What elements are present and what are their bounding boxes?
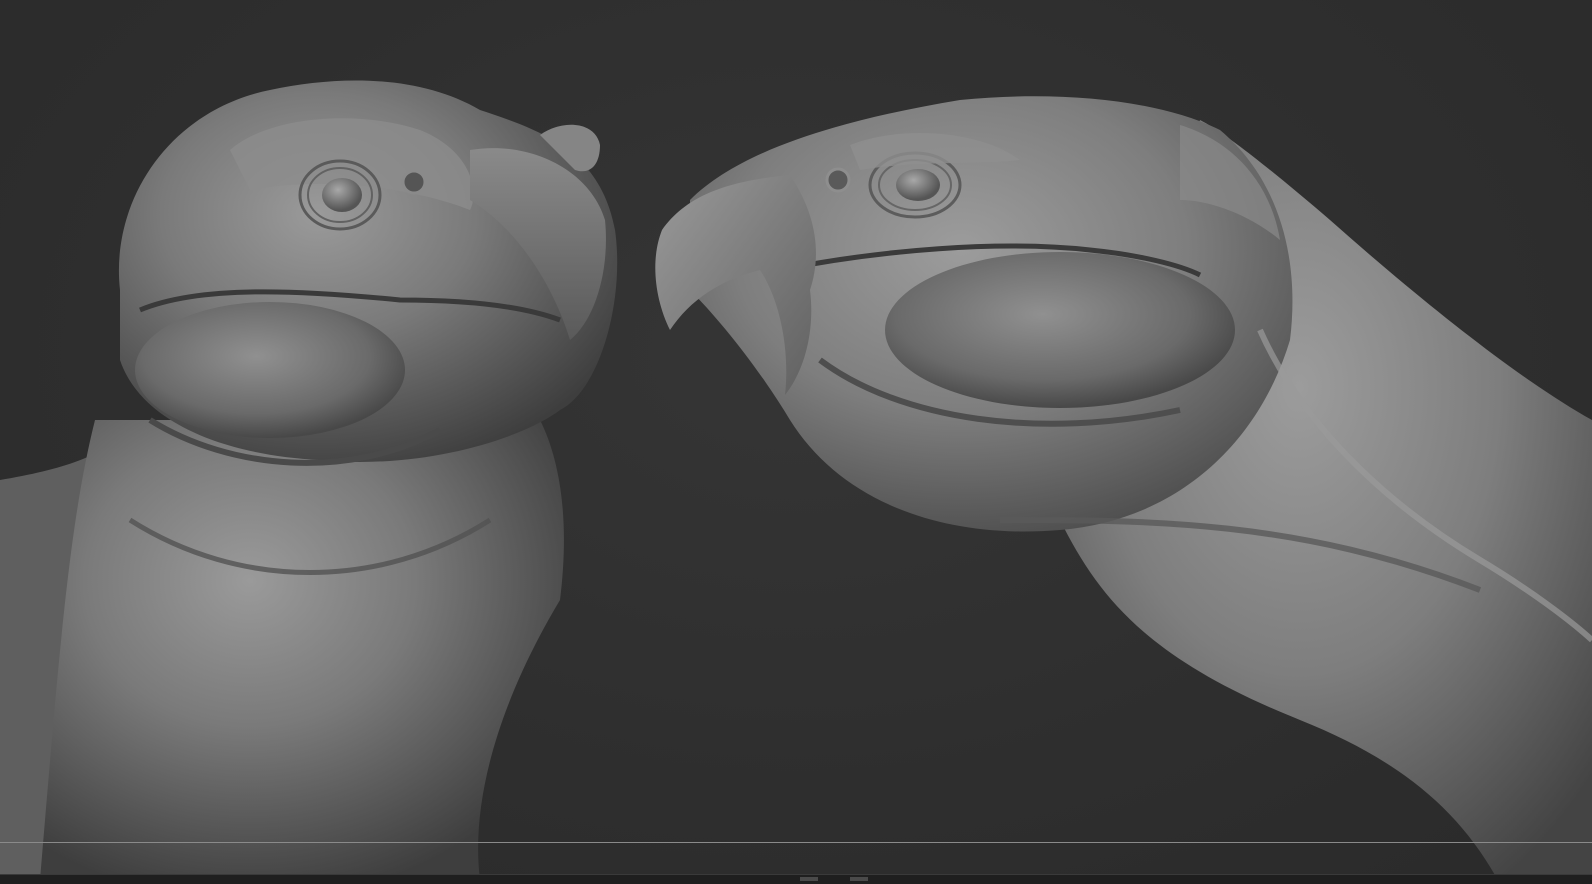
front-cheek-pouch [135, 302, 405, 438]
bottom-bar-marker [800, 877, 818, 881]
bottom-bar-marker [850, 877, 868, 881]
bird-creature-front-view[interactable] [0, 80, 618, 880]
front-neck [40, 420, 564, 880]
side-nostril [825, 167, 851, 193]
front-nostril [401, 169, 427, 195]
bird-creature-side-view[interactable] [655, 96, 1592, 884]
sculpt-viewport[interactable] [0, 0, 1592, 884]
sculpt-canvas[interactable] [0, 0, 1592, 884]
viewport-bottom-divider [0, 842, 1592, 843]
viewport-bottom-bar [0, 874, 1592, 884]
side-cheek-pouch [885, 252, 1235, 408]
